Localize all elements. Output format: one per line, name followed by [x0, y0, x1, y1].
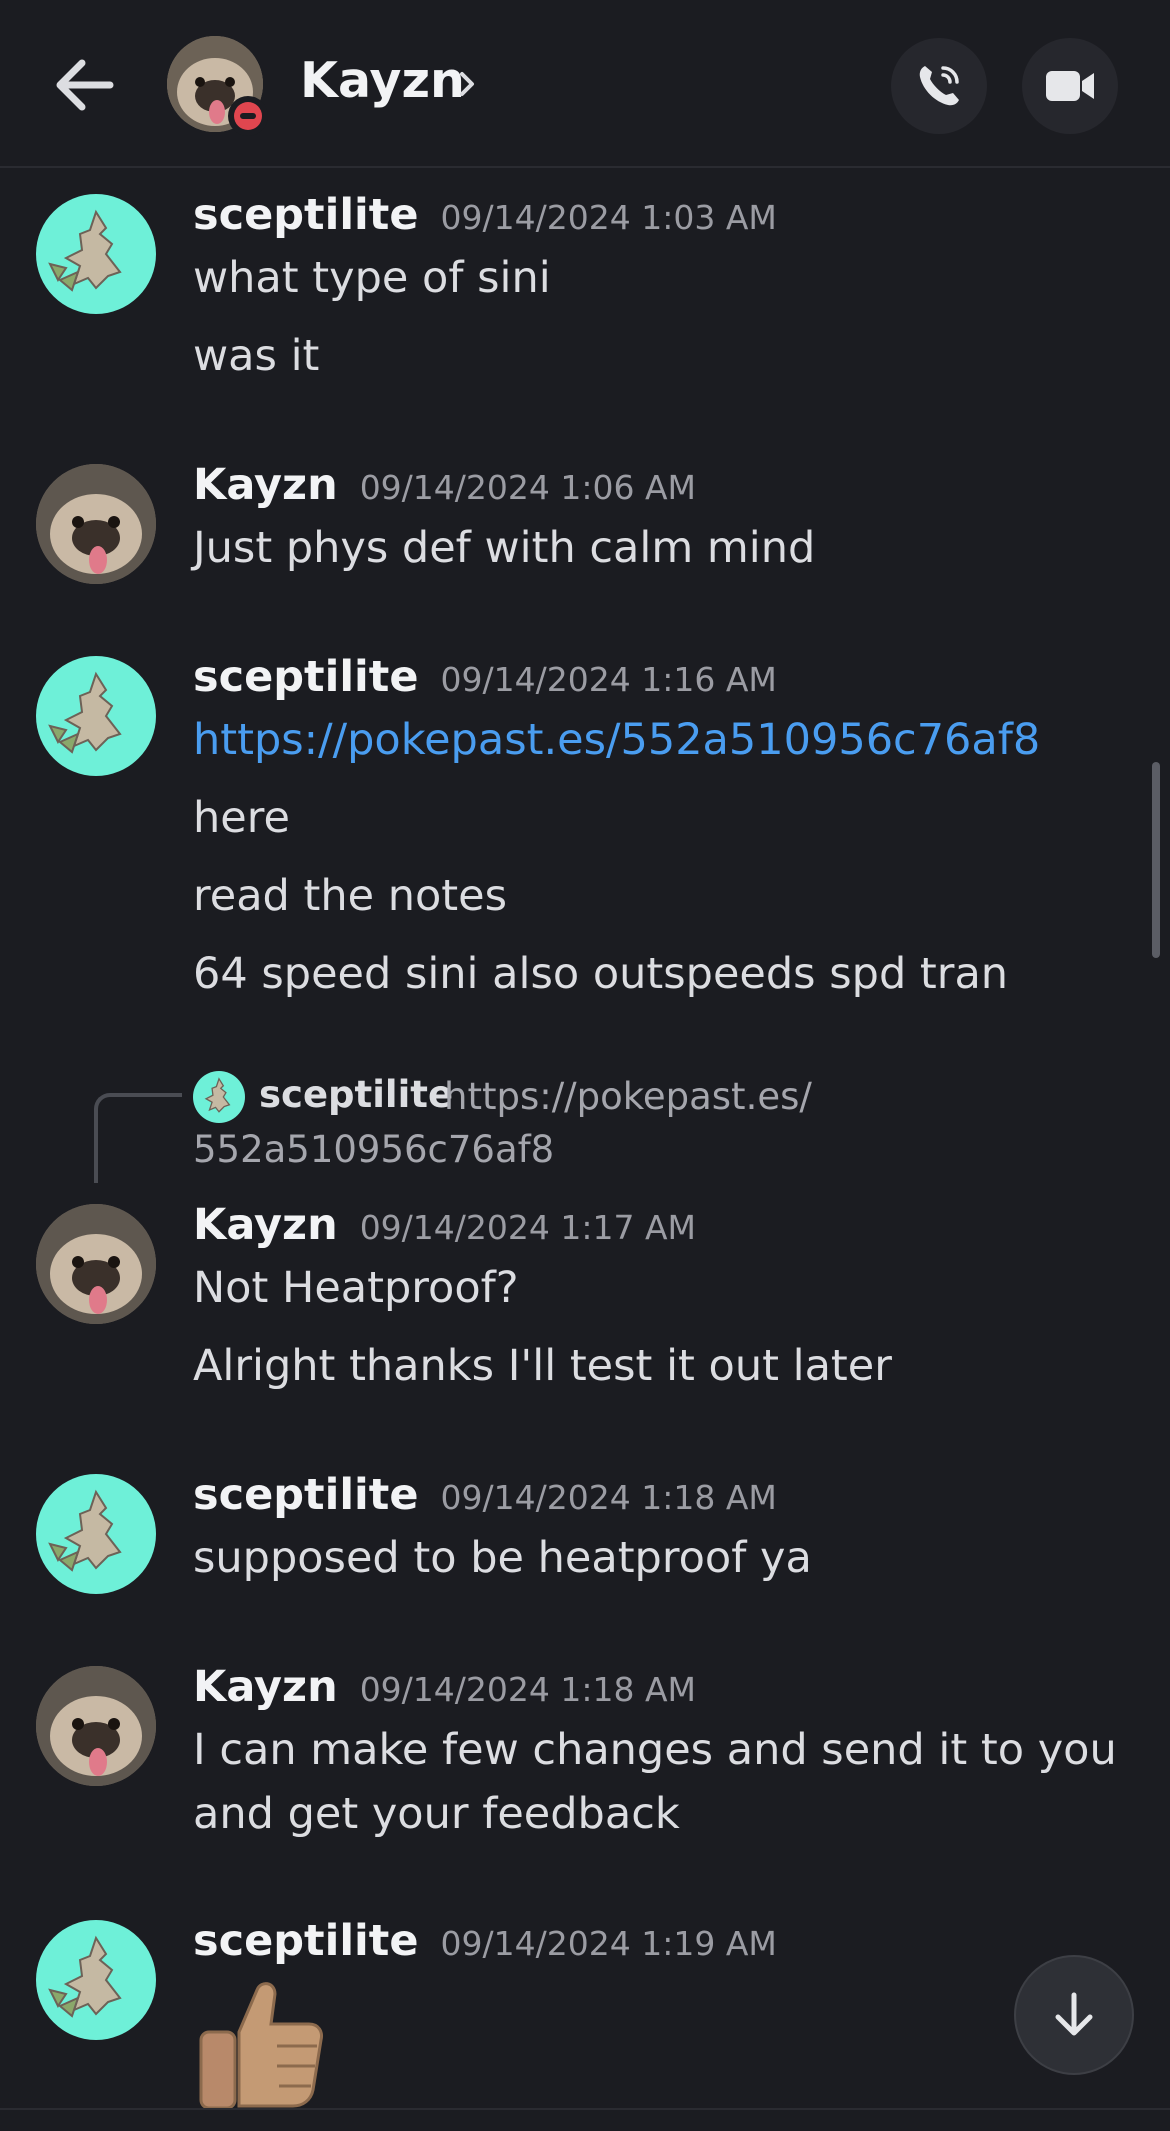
message-timestamp: 09/14/2024 1:06 AM [359, 468, 697, 507]
scrollbar[interactable] [1152, 762, 1160, 958]
arrow-down-icon [1055, 1992, 1093, 2036]
message-text: supposed to be heatproof ya [193, 1533, 812, 1583]
message-text: 64 speed sini also outspeeds spd tran [193, 949, 1009, 999]
sceptilite-avatar[interactable] [36, 1920, 156, 2040]
message-author[interactable]: sceptilite 09/14/2024 1:19 AM [193, 1916, 777, 1966]
reply-preview[interactable]: 552a510956c76af8 [193, 1128, 554, 1171]
composer-edge [0, 2108, 1170, 2131]
pokepaste-link[interactable]: https://pokepast.es/552a510956c76af8 [193, 715, 1040, 765]
kayzn-avatar[interactable] [36, 464, 156, 584]
message-text: I can make few changes and send it to yo… [193, 1725, 1117, 1839]
dnd-status-badge [228, 96, 268, 136]
contact-name[interactable]: Kayzn [300, 52, 465, 109]
sceptilite-avatar[interactable] [36, 1474, 156, 1594]
message-text: Alright thanks I'll test it out later [193, 1341, 892, 1391]
message-timestamp: 09/14/2024 1:16 AM [440, 660, 777, 699]
message-text: Not Heatproof? [193, 1263, 519, 1313]
sceptilite-avatar[interactable] [36, 194, 156, 314]
reply-connector [94, 1093, 182, 1183]
message-timestamp: 09/14/2024 1:03 AM [440, 198, 777, 237]
chevron-right-icon[interactable] [456, 64, 480, 104]
message-text: Just phys def with calm mind [193, 523, 816, 573]
message-author[interactable]: Kayzn 09/14/2024 1:17 AM [193, 1200, 696, 1250]
message-timestamp: 09/14/2024 1:18 AM [359, 1670, 697, 1709]
reply-avatar [193, 1071, 245, 1123]
kayzn-avatar[interactable] [36, 1666, 156, 1786]
kayzn-avatar[interactable] [36, 1204, 156, 1324]
jump-to-present-button[interactable] [1014, 1955, 1134, 2075]
message-author[interactable]: Kayzn 09/14/2024 1:06 AM [193, 460, 696, 510]
message-timestamp: 09/14/2024 1:18 AM [440, 1478, 777, 1517]
message-text: was it [193, 331, 320, 381]
reply-preview[interactable]: https://pokepast.es/ [444, 1075, 812, 1118]
voice-call-button[interactable] [891, 38, 987, 134]
back-arrow-icon[interactable] [50, 50, 120, 120]
message-author[interactable]: Kayzn 09/14/2024 1:18 AM [193, 1662, 696, 1712]
sceptilite-avatar[interactable] [36, 656, 156, 776]
message-text: read the notes [193, 871, 508, 921]
reply-author[interactable]: sceptilite [259, 1073, 453, 1116]
message-author[interactable]: sceptilite 09/14/2024 1:03 AM [193, 190, 777, 240]
video-call-button[interactable] [1022, 38, 1118, 134]
thumbs-up-emoji[interactable] [193, 1972, 333, 2112]
message-author[interactable]: sceptilite 09/14/2024 1:16 AM [193, 652, 777, 702]
message-timestamp: 09/14/2024 1:19 AM [440, 1924, 777, 1963]
message-author[interactable]: sceptilite 09/14/2024 1:18 AM [193, 1470, 777, 1520]
message-text: what type of sini [193, 253, 551, 303]
phone-icon [919, 66, 959, 106]
message-text: here [193, 793, 290, 843]
chat-header: Kayzn [0, 0, 1170, 168]
video-camera-icon [1046, 71, 1094, 101]
message-timestamp: 09/14/2024 1:17 AM [359, 1208, 697, 1247]
